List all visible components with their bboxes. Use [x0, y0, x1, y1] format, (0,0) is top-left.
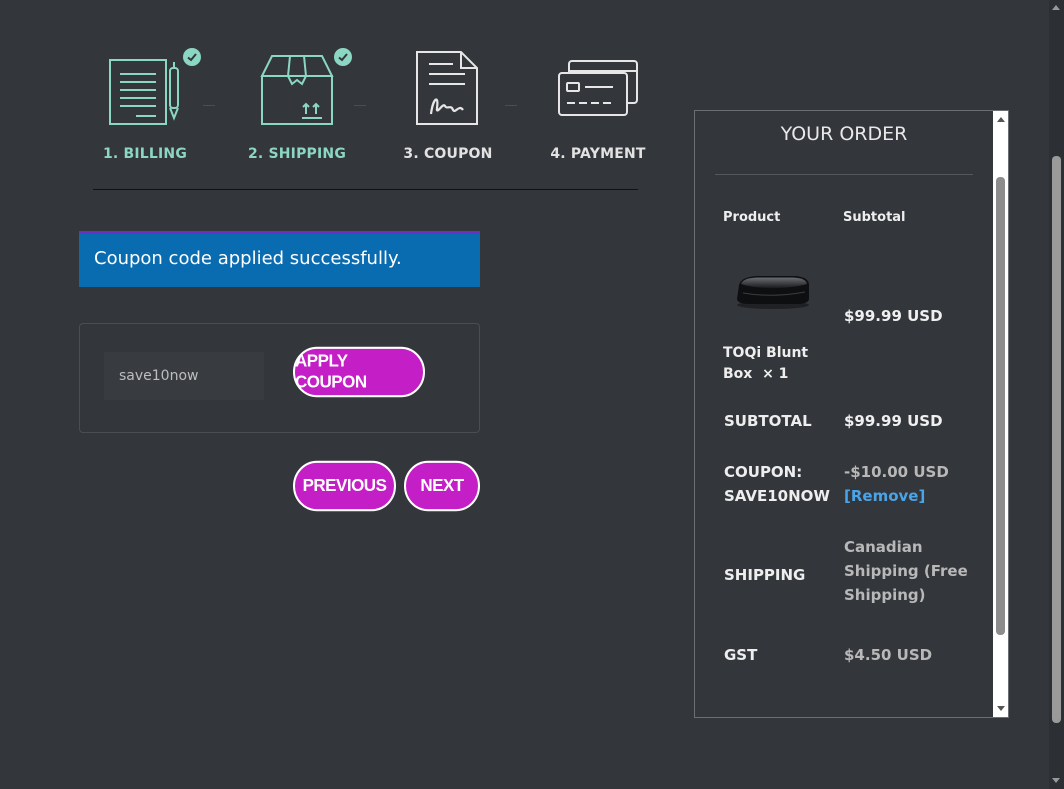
black-box-product-image	[733, 271, 813, 315]
order-summary-panel: YOUR ORDER Product Subtotal TOQi Blunt B…	[694, 110, 1009, 718]
apply-coupon-button[interactable]: APPLY COUPON	[293, 346, 425, 398]
step-connector	[505, 105, 517, 106]
order-scrollbar[interactable]	[993, 111, 1008, 717]
step-label: 3. COUPON	[403, 146, 493, 162]
coupon-line-value: -$10.00 USD [Remove]	[844, 460, 974, 508]
subtotal-label: SUBTOTAL	[724, 412, 812, 430]
product-price: $99.99 USD	[844, 307, 943, 325]
scroll-up-arrow-icon[interactable]	[1052, 5, 1060, 10]
step-label: 2. SHIPPING	[247, 146, 347, 162]
order-divider	[715, 174, 973, 175]
step-connector	[203, 105, 215, 106]
subtotal-value: $99.99 USD	[844, 412, 943, 430]
success-notice: Coupon code applied successfully.	[79, 231, 480, 287]
next-button[interactable]: NEXT	[404, 460, 480, 512]
notice-message: Coupon code applied successfully.	[94, 248, 402, 269]
step-coupon[interactable]: 3. COUPON	[378, 46, 518, 162]
step-payment[interactable]: 4. PAYMENT	[528, 46, 668, 162]
signed-document-icon	[378, 46, 518, 130]
coupon-form: APPLY COUPON	[79, 323, 480, 433]
completed-check-icon	[183, 48, 201, 66]
payment-cards-icon	[528, 46, 668, 130]
coupon-code-input[interactable]	[104, 352, 264, 400]
shipping-value: Canadian Shipping (Free Shipping)	[844, 538, 968, 604]
shipping-label: SHIPPING	[724, 566, 806, 584]
steps-divider	[93, 189, 638, 190]
step-billing[interactable]: 1. BILLING	[75, 46, 215, 162]
step-connector	[354, 105, 366, 106]
step-shipping[interactable]: 2. SHIPPING	[227, 46, 367, 162]
step-label: 1. BILLING	[102, 146, 188, 162]
remove-coupon-link[interactable]: [Remove]	[844, 484, 974, 508]
step-label: 4. PAYMENT	[550, 146, 646, 162]
product-column-header: Product	[723, 210, 781, 225]
tax-label: GST	[724, 646, 758, 664]
scroll-down-arrow-icon[interactable]	[997, 706, 1005, 711]
page-scrollbar[interactable]	[1049, 0, 1064, 789]
product-name: TOQi Blunt Box × 1	[723, 345, 809, 382]
scroll-up-arrow-icon[interactable]	[997, 117, 1005, 122]
product-quantity: × 1	[762, 366, 789, 382]
scrollbar-thumb[interactable]	[996, 177, 1005, 635]
tax-value: $4.50 USD	[844, 646, 933, 664]
scroll-down-arrow-icon[interactable]	[1052, 778, 1060, 783]
coupon-discount: -$10.00 USD	[844, 463, 949, 481]
order-title: YOUR ORDER	[780, 123, 908, 145]
scrollbar-thumb[interactable]	[1052, 156, 1061, 723]
coupon-line-label: COUPON: SAVE10NOW	[724, 463, 830, 505]
previous-button[interactable]: PREVIOUS	[293, 460, 396, 512]
subtotal-column-header: Subtotal	[843, 210, 906, 225]
completed-check-icon	[334, 48, 352, 66]
